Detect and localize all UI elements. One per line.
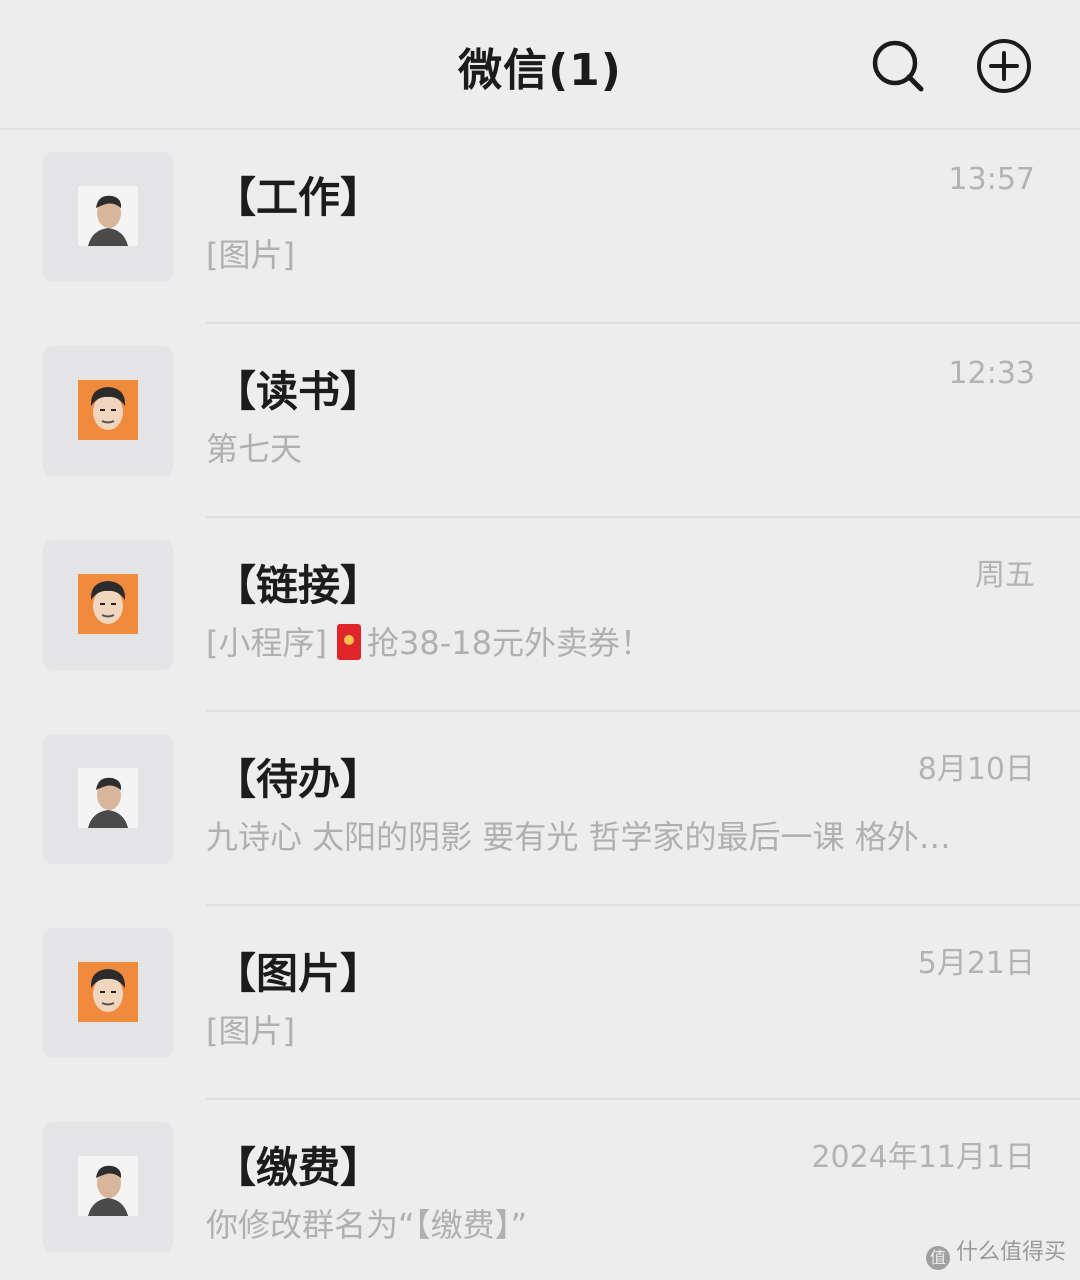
chat-preview: [小程序] 抢38-18元外卖券！	[206, 618, 1006, 664]
watermark-logo-icon: 值	[925, 1246, 950, 1270]
avatar	[43, 928, 173, 1058]
avatar-photo-gray	[78, 768, 138, 828]
avatar	[43, 540, 173, 670]
search-button[interactable]	[868, 36, 928, 96]
chat-time: 2024年11月1日	[811, 1140, 1035, 1175]
wechat-chat-list-screen: 微信(1) 【工作】 13:57 [图片] 【读书】 12:33 第七天 【链接…	[0, 0, 1080, 1280]
chat-name: 【缴费】	[214, 1143, 383, 1192]
avatar	[43, 734, 173, 864]
chat-preview: 你修改群名为“【缴费】”	[206, 1206, 528, 1244]
search-icon	[872, 40, 924, 92]
chat-time: 周五	[975, 558, 1035, 593]
red-packet-icon	[336, 624, 361, 660]
chat-time: 13:57	[948, 162, 1035, 197]
chat-preview: 第七天	[206, 430, 303, 468]
chat-preview: [图片]	[206, 236, 295, 274]
watermark-text: 什么值得买	[955, 1240, 1066, 1265]
chat-preview: 九诗心 太阳的阴影 要有光 哲学家的最后一课 格外…	[206, 818, 951, 856]
chat-name: 【读书】	[214, 367, 383, 416]
plus-circle-icon	[977, 39, 1031, 93]
avatar	[43, 346, 173, 476]
chat-row[interactable]: 【链接】 周五 [小程序] 抢38-18元外卖券！	[0, 518, 1080, 712]
add-button[interactable]	[974, 36, 1034, 96]
avatar-photo-gray	[78, 1156, 138, 1216]
chat-list: 【工作】 13:57 [图片] 【读书】 12:33 第七天 【链接】 周五 […	[0, 130, 1080, 1280]
chat-row[interactable]: 【图片】 5月21日 [图片]	[0, 906, 1080, 1100]
chat-name: 【工作】	[214, 173, 383, 222]
avatar-photo-orange	[78, 380, 138, 440]
chat-name: 【图片】	[214, 949, 383, 998]
avatar-photo-gray	[78, 186, 138, 246]
top-bar: 微信(1)	[0, 0, 1080, 130]
chat-name: 【待办】	[214, 755, 383, 804]
chat-time: 8月10日	[917, 752, 1035, 787]
avatar-photo-orange	[78, 962, 138, 1022]
avatar	[43, 1122, 173, 1252]
chat-row[interactable]: 【缴费】 2024年11月1日 你修改群名为“【缴费】”	[0, 1100, 1080, 1280]
chat-row[interactable]: 【待办】 8月10日 九诗心 太阳的阴影 要有光 哲学家的最后一课 格外…	[0, 712, 1080, 906]
avatar	[43, 152, 173, 282]
chat-time: 12:33	[948, 356, 1035, 391]
preview-text: 抢38-18元外卖券！	[366, 624, 652, 662]
chat-preview: [图片]	[206, 1012, 295, 1050]
chat-row[interactable]: 【读书】 12:33 第七天	[0, 324, 1080, 518]
watermark: 值什么值得买	[925, 1234, 1066, 1270]
preview-prefix: [小程序]	[206, 624, 327, 662]
avatar-photo-orange	[78, 574, 138, 634]
chat-name: 【链接】	[214, 561, 383, 610]
chat-time: 5月21日	[917, 946, 1035, 981]
chat-row[interactable]: 【工作】 13:57 [图片]	[0, 130, 1080, 324]
